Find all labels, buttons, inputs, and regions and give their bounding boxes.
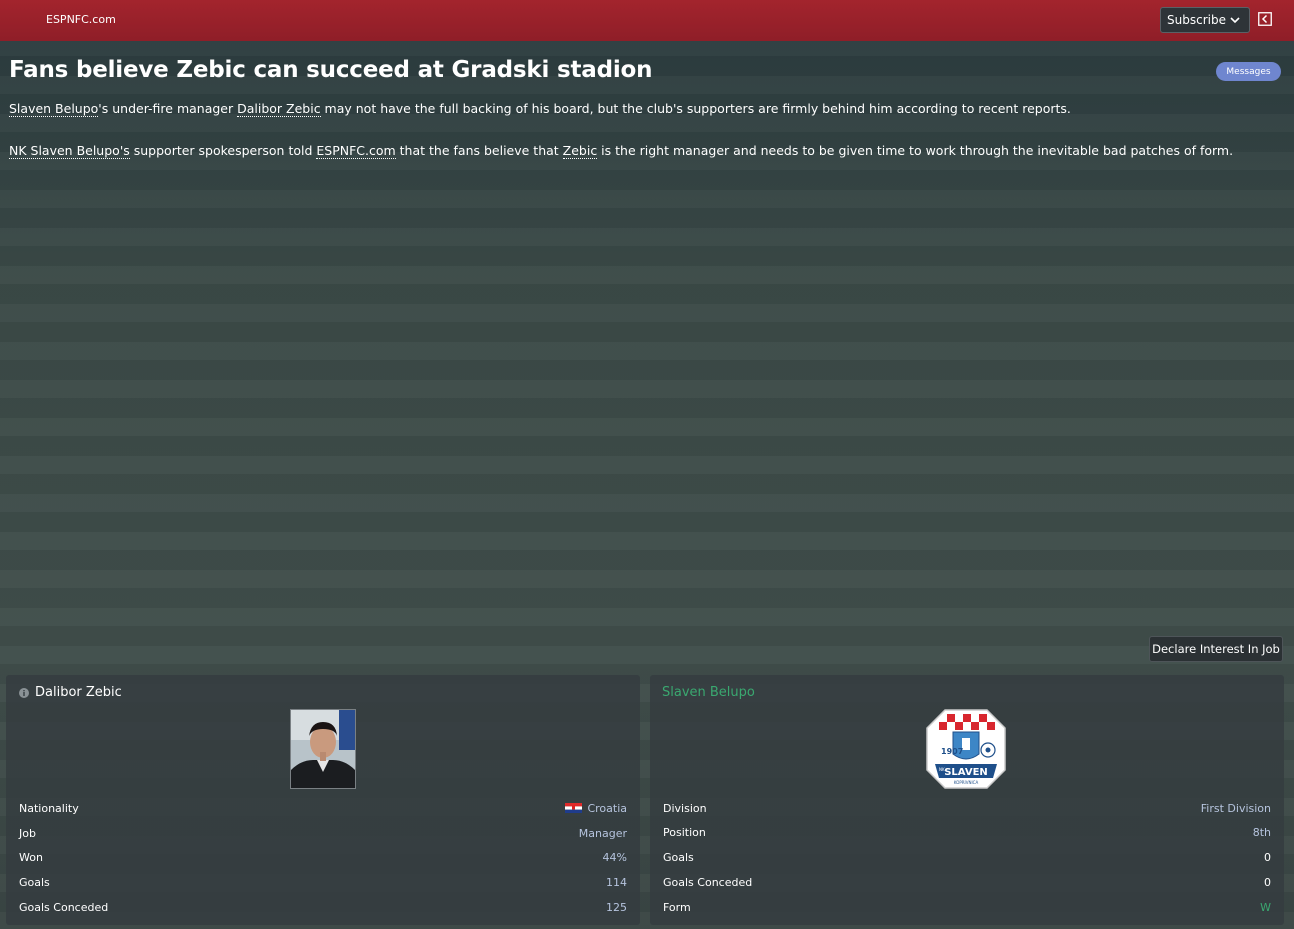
club-row-division: Division First Division bbox=[663, 801, 1271, 815]
club-crest: 1907 SLAVEN NK KOPRIVNICA bbox=[926, 709, 1006, 789]
collapse-panel-icon[interactable] bbox=[1258, 12, 1272, 26]
club-row-goals: Goals 0 bbox=[663, 850, 1271, 864]
manager-photo bbox=[290, 709, 356, 789]
club-row-form: Form W bbox=[663, 900, 1271, 914]
manager-link[interactable]: Zebic bbox=[562, 143, 598, 159]
manager-name: Dalibor Zebic bbox=[35, 685, 122, 700]
nationality-value: Croatia bbox=[587, 801, 627, 815]
club-link[interactable]: NK Slaven Belupo's bbox=[9, 143, 130, 159]
croatia-flag-icon bbox=[565, 803, 583, 813]
article-headline: Fans believe Zebic can succeed at Gradsk… bbox=[9, 57, 653, 83]
manager-link[interactable]: Dalibor Zebic bbox=[237, 101, 321, 117]
info-icon bbox=[19, 687, 29, 698]
manager-row-goals: Goals 114 bbox=[19, 875, 627, 889]
crest-nk-text: NK bbox=[939, 767, 945, 772]
manager-card-title[interactable]: Dalibor Zebic bbox=[19, 685, 122, 700]
source-link[interactable]: ESPNFC.com bbox=[316, 143, 396, 159]
crest-year-text: 1907 bbox=[941, 747, 963, 756]
article-paragraph-1: Slaven Belupo's under-fire manager Dalib… bbox=[9, 101, 1071, 117]
messages-button[interactable]: Messages bbox=[1216, 62, 1281, 81]
news-source-label: ESPNFC.com bbox=[46, 13, 116, 26]
form-win-badge: W bbox=[1260, 900, 1271, 914]
club-card-title[interactable]: Slaven Belupo bbox=[662, 685, 755, 700]
declare-interest-button[interactable]: Declare Interest In Job bbox=[1149, 636, 1283, 662]
manager-row-nationality: Nationality Croatia bbox=[19, 801, 627, 815]
subscribe-dropdown[interactable]: Subscribe bbox=[1160, 7, 1250, 33]
manager-card: Dalibor Zebic Nationality Croatia Job Ma… bbox=[6, 675, 640, 925]
subscribe-label: Subscribe bbox=[1167, 13, 1226, 27]
club-row-position: Position 8th bbox=[663, 825, 1271, 839]
club-link[interactable]: Slaven Belupo bbox=[9, 101, 99, 117]
article-paragraph-2: NK Slaven Belupo's supporter spokesperso… bbox=[9, 143, 1234, 159]
manager-row-won: Won 44% bbox=[19, 850, 627, 864]
manager-row-job: Job Manager bbox=[19, 826, 627, 840]
division-link[interactable]: First Division bbox=[1201, 802, 1271, 815]
club-name: Slaven Belupo bbox=[662, 685, 755, 700]
club-row-goals-conceded: Goals Conceded 0 bbox=[663, 875, 1271, 889]
top-bar: ESPNFC.com Subscribe bbox=[0, 0, 1294, 41]
chevron-down-icon bbox=[1230, 17, 1240, 24]
manager-row-goals-conceded: Goals Conceded 125 bbox=[19, 900, 627, 914]
crest-name-text: SLAVEN bbox=[944, 767, 988, 778]
crest-city-text: KOPRIVNICA bbox=[954, 780, 979, 785]
club-card: Slaven Belupo 1907 SLAVEN NK KOPRIVNICA … bbox=[650, 675, 1284, 925]
